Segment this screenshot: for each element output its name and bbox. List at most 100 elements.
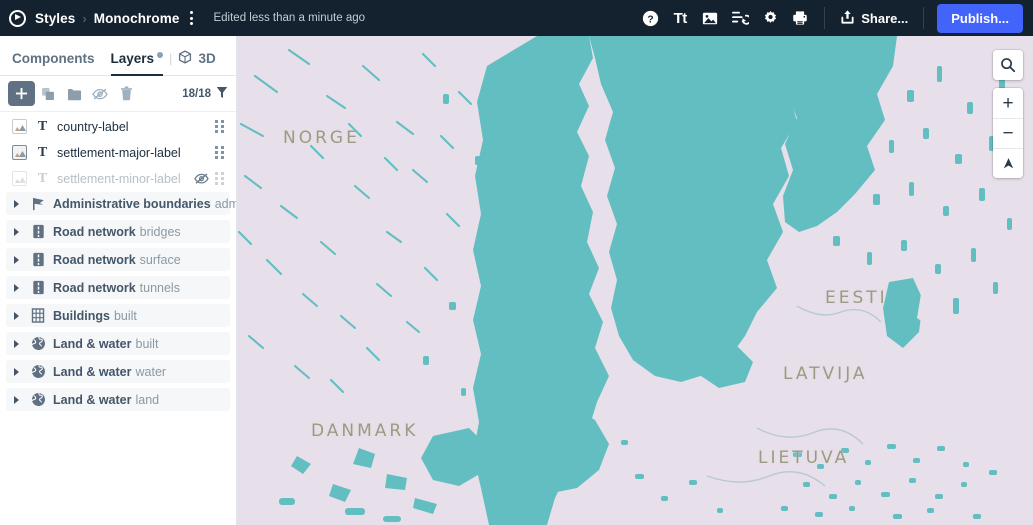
layer-count: 18/18 (182, 86, 228, 102)
kebab-menu-icon[interactable] (183, 9, 199, 27)
compass-button[interactable] (993, 148, 1023, 178)
tab-layers-dot-indicator (157, 52, 164, 58)
road-icon (30, 224, 46, 239)
layer-name: settlement-minor-label (57, 171, 181, 186)
layer-thumbnail-icon (12, 119, 27, 134)
map-search-button[interactable] (993, 50, 1023, 80)
eye-off-icon[interactable] (87, 82, 113, 106)
history-icon[interactable] (725, 5, 755, 31)
zoom-out-label: − (1002, 123, 1014, 144)
tab-components-label: Components (12, 51, 95, 66)
layer-group-suffix: land (135, 392, 160, 407)
map-search-control (993, 50, 1023, 80)
layer-group-name: Land & water (53, 364, 132, 379)
tab-layers-label: Layers (110, 51, 155, 66)
layer-thumbnail-icon (12, 145, 27, 160)
layer-group-suffix: water (135, 364, 167, 379)
breadcrumb-styles-link[interactable]: Styles (35, 11, 75, 26)
layers-list: T country-label T settlement-major-label… (0, 112, 236, 525)
layer-group-suffix: tunnels (139, 280, 180, 295)
map-canvas[interactable]: NORGE EESTI LATVIJA DANMARK LIETUVA + − (237, 36, 1033, 525)
duplicate-icon[interactable] (35, 82, 61, 106)
caret-right-icon[interactable] (14, 395, 19, 404)
text-layer-icon: T (37, 170, 48, 186)
boundary-flag-icon (30, 197, 46, 211)
top-bar-actions: ? Tt Share... Publish... (635, 3, 1033, 33)
publish-button[interactable]: Publish... (937, 3, 1023, 33)
cube-3d-icon (178, 50, 192, 67)
svg-text:?: ? (647, 14, 653, 25)
globe-icon (30, 336, 46, 351)
top-bar: Styles › Monochrome Edited less than a m… (0, 0, 1033, 36)
road-icon (30, 280, 46, 295)
layer-group-name: Road network (53, 280, 136, 295)
layer-group-administrative-boundaries[interactable]: Administrative boundaries admin (6, 192, 236, 215)
layers-sidebar: Components Layers | 3D 18/18 T country-l… (0, 36, 237, 525)
text-layer-icon: T (37, 118, 48, 134)
layer-row-country-label[interactable]: T country-label (6, 114, 230, 139)
layer-group-buildings-built[interactable]: Buildings built (6, 304, 230, 327)
globe-icon (30, 392, 46, 407)
layer-row-settlement-minor-label[interactable]: T settlement-minor-label (6, 166, 230, 191)
style-editor-window: Styles › Monochrome Edited less than a m… (0, 0, 1033, 525)
trash-icon[interactable] (113, 82, 139, 106)
map-vector-layer (237, 36, 1033, 525)
caret-right-icon[interactable] (14, 339, 19, 348)
image-icon[interactable] (695, 5, 725, 31)
add-layer-icon[interactable] (8, 81, 35, 106)
drag-handle-icon[interactable] (215, 172, 226, 185)
drag-handle-icon[interactable] (215, 120, 226, 133)
caret-right-icon[interactable] (14, 367, 19, 376)
layer-group-suffix: surface (139, 252, 181, 267)
help-icon[interactable]: ? (635, 5, 665, 31)
tab-components[interactable]: Components (12, 51, 95, 75)
tab-3d[interactable]: 3D (178, 49, 216, 75)
layer-group-land-water-water[interactable]: Land & water water (6, 360, 230, 383)
breadcrumb-style-name[interactable]: Monochrome (94, 11, 180, 26)
layer-row-settlement-major-label[interactable]: T settlement-major-label (6, 140, 230, 165)
edited-status-text: Edited less than a minute ago (213, 12, 366, 24)
caret-right-icon[interactable] (14, 311, 19, 320)
tab-layers[interactable]: Layers (110, 51, 164, 76)
folder-group-icon[interactable] (61, 82, 87, 106)
breadcrumb-separator-icon: › (82, 10, 87, 26)
sidebar-tabs: Components Layers | 3D (0, 36, 236, 76)
globe-icon (30, 364, 46, 379)
share-upload-icon (840, 9, 855, 28)
layer-group-suffix: built (113, 308, 137, 323)
caret-right-icon[interactable] (14, 199, 19, 208)
caret-right-icon[interactable] (14, 283, 19, 292)
caret-right-icon[interactable] (14, 227, 19, 236)
typography-icon[interactable]: Tt (665, 5, 695, 31)
layer-group-land-water-land[interactable]: Land & water land (6, 388, 230, 411)
mapbox-circle-logo-icon[interactable] (9, 9, 26, 27)
share-button[interactable]: Share... (834, 5, 914, 32)
layer-group-name: Road network (53, 252, 136, 267)
breadcrumb: Styles › Monochrome Edited less than a m… (0, 9, 365, 27)
layer-group-suffix: built (135, 336, 159, 351)
layer-thumbnail-icon (12, 171, 27, 186)
layer-group-suffix: bridges (139, 224, 181, 239)
layer-group-name: Land & water (53, 392, 132, 407)
layer-group-road-network-bridges[interactable]: Road network bridges (6, 220, 230, 243)
layer-group-name: Administrative boundaries (53, 196, 211, 211)
layer-group-suffix: admin (214, 196, 236, 211)
map-zoom-control: + − (993, 88, 1023, 178)
building-icon (30, 308, 46, 323)
zoom-in-label: + (1002, 92, 1014, 114)
filter-funnel-icon[interactable] (216, 86, 228, 102)
zoom-in-button[interactable]: + (993, 88, 1023, 118)
layer-group-road-network-tunnels[interactable]: Road network tunnels (6, 276, 230, 299)
settings-gear-icon[interactable] (755, 5, 785, 31)
eye-off-icon[interactable] (194, 172, 209, 185)
drag-handle-icon[interactable] (215, 146, 226, 159)
zoom-out-button[interactable]: − (993, 118, 1023, 148)
layer-group-name: Buildings (53, 308, 110, 323)
print-icon[interactable] (785, 5, 815, 31)
layer-group-name: Land & water (53, 336, 132, 351)
caret-right-icon[interactable] (14, 255, 19, 264)
layer-group-land-water-built[interactable]: Land & water built (6, 332, 230, 355)
layer-group-name: Road network (53, 224, 136, 239)
road-icon (30, 252, 46, 267)
layer-group-road-network-surface[interactable]: Road network surface (6, 248, 230, 271)
